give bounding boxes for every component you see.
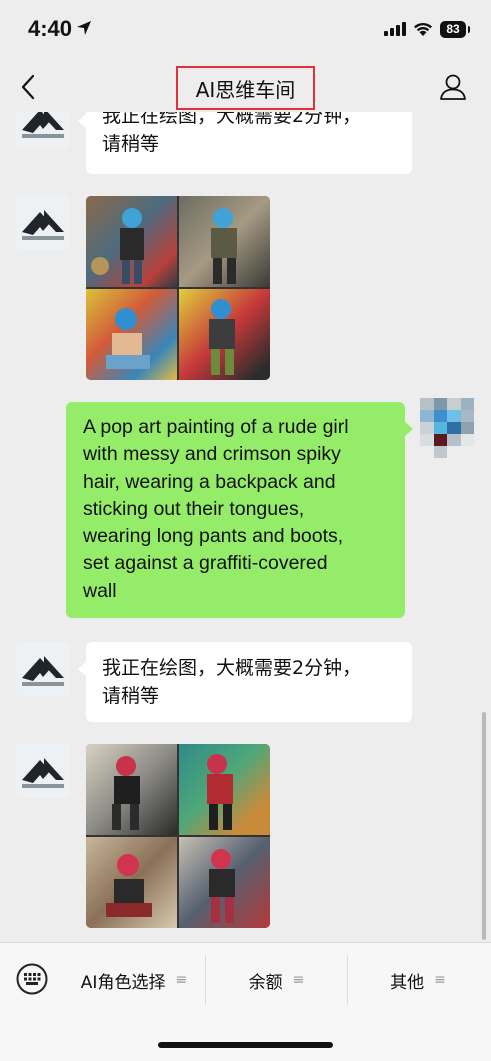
back-chevron-icon[interactable] bbox=[14, 72, 44, 102]
message-line: 我正在绘图，大概需要2分钟， bbox=[102, 112, 362, 127]
status-bar: 4:40 83 bbox=[0, 0, 491, 60]
image-panel bbox=[86, 289, 177, 380]
chat-area[interactable]: 我正在绘图，大概需要2分钟， 请稍等 A pop art painting of… bbox=[0, 112, 491, 942]
bot-logo-icon bbox=[16, 642, 70, 696]
keyboard-icon[interactable] bbox=[16, 963, 48, 995]
image-panel bbox=[179, 744, 270, 835]
bot-avatar[interactable] bbox=[16, 744, 70, 798]
title-highlight: AI思维车间 bbox=[176, 66, 315, 110]
menu-balance[interactable]: 余额 ≡ bbox=[206, 955, 347, 1005]
image-panel bbox=[179, 289, 270, 380]
bot-logo-icon bbox=[16, 196, 70, 250]
bot-logo-icon bbox=[16, 744, 70, 798]
message-line: 请稍等 bbox=[102, 685, 160, 707]
menu-lines-icon: ≡ bbox=[292, 972, 305, 988]
profile-icon[interactable] bbox=[438, 72, 468, 102]
chat-scrollbar[interactable] bbox=[482, 712, 486, 940]
message-bubble-bot: 我正在绘图，大概需要2分钟， 请稍等 bbox=[78, 642, 412, 722]
status-time: 4:40 bbox=[28, 16, 73, 41]
signal-icon bbox=[384, 22, 406, 36]
bot-logo-icon bbox=[16, 112, 70, 148]
message-line: sticking out their tongues, bbox=[83, 497, 305, 520]
bot-avatar[interactable] bbox=[16, 112, 70, 148]
menu-ai-role[interactable]: AI角色选择 ≡ bbox=[64, 955, 204, 1005]
message-line: set against a graffiti-covered bbox=[83, 552, 328, 575]
image-panel bbox=[179, 196, 270, 287]
menu-lines-icon: ≡ bbox=[434, 972, 446, 988]
message-line: hair, wearing a backpack and bbox=[83, 470, 336, 493]
image-panel bbox=[86, 196, 177, 287]
home-indicator[interactable] bbox=[158, 1042, 333, 1048]
menu-other[interactable]: 其他 ≡ bbox=[348, 955, 488, 1005]
menu-label: 其他 bbox=[390, 972, 425, 993]
menu-label: AI角色选择 bbox=[80, 972, 166, 993]
generated-image-grid[interactable] bbox=[86, 744, 270, 928]
page-title: AI思维车间 bbox=[195, 77, 296, 102]
user-avatar[interactable] bbox=[420, 398, 474, 458]
battery-icon: 83 bbox=[440, 21, 470, 38]
message-line: 请稍等 bbox=[102, 133, 160, 155]
generated-image-grid[interactable] bbox=[86, 196, 270, 380]
message-line: 我正在绘图，大概需要2分钟， bbox=[102, 657, 362, 679]
image-panel bbox=[179, 837, 270, 928]
menu-label: 余额 bbox=[248, 972, 283, 993]
message-line: wall bbox=[83, 579, 117, 602]
message-bubble-user: A pop art painting of a rude girl with m… bbox=[66, 402, 413, 618]
bot-avatar[interactable] bbox=[16, 642, 70, 696]
message-line: wearing long pants and boots, bbox=[83, 525, 344, 548]
location-arrow-icon bbox=[77, 21, 91, 35]
bot-avatar[interactable] bbox=[16, 196, 70, 250]
message-bubble-bot: 我正在绘图，大概需要2分钟， 请稍等 bbox=[78, 112, 412, 174]
message-line: with messy and crimson spiky bbox=[83, 443, 341, 466]
nav-bar: AI思维车间 bbox=[0, 60, 491, 112]
wifi-icon bbox=[414, 22, 432, 36]
menu-lines-icon: ≡ bbox=[175, 972, 188, 988]
message-line: A pop art painting of a rude girl bbox=[83, 416, 349, 438]
image-panel bbox=[86, 837, 177, 928]
image-panel bbox=[86, 744, 177, 835]
